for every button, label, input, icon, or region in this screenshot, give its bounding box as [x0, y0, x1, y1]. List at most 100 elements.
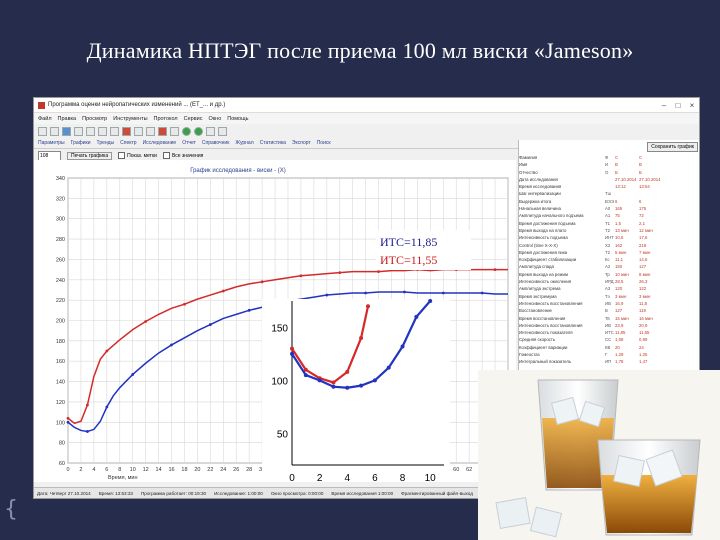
- parameter-row: Время выхода на режим Тр 10 мин 8 мин: [519, 271, 699, 278]
- copy-icon[interactable]: [98, 126, 107, 136]
- record-icon[interactable]: [122, 126, 131, 136]
- line-chart: 6080100120140160180200220240260280300320…: [56, 168, 511, 489]
- tab[interactable]: Статистика: [260, 140, 286, 146]
- parameter-value-1: 10 мин: [615, 271, 629, 277]
- parameter-value-1: Б: [615, 169, 618, 175]
- paste-icon[interactable]: [110, 126, 119, 136]
- inset-background: [262, 299, 450, 489]
- parameter-abbr: А0: [605, 206, 611, 212]
- menu-item[interactable]: Инструменты: [113, 116, 147, 122]
- settings-icon[interactable]: [170, 126, 179, 136]
- menu-item[interactable]: Файл: [38, 116, 52, 122]
- tab[interactable]: Поиск: [317, 140, 331, 146]
- parameter-row: Время исследования 13:12 13:54: [519, 183, 699, 190]
- inset-series-point: [366, 304, 370, 309]
- parameter-row: Амплитуда спада А2 150 127: [519, 263, 699, 270]
- parameter-value-1: С: [615, 155, 619, 160]
- parameter-value-1: 3 мин: [615, 293, 627, 299]
- parameter-abbr: [605, 183, 615, 190]
- x-tick-label: 0: [66, 467, 69, 473]
- play-icon[interactable]: [194, 126, 203, 136]
- x-tick-label: 22: [207, 467, 213, 473]
- inset-series-point: [359, 383, 364, 388]
- y-tick-label: 120: [56, 400, 65, 406]
- parameter-row: Имя И В В: [519, 161, 699, 168]
- parameter-value-2: 17,6: [639, 235, 648, 241]
- parameter-value-2: 26,3: [639, 279, 648, 285]
- print-icon[interactable]: [74, 126, 83, 136]
- menu-item[interactable]: Окно: [208, 116, 221, 122]
- tab[interactable]: Спектр: [120, 140, 136, 146]
- parameter-value-1: 11,1: [615, 257, 624, 263]
- parameter-abbr: ИТС: [605, 330, 614, 336]
- menu-item[interactable]: Протокол: [154, 116, 178, 122]
- menu-item[interactable]: Помощь: [227, 116, 248, 122]
- parameter-abbr: СС: [605, 337, 612, 343]
- parameter-name: Коэффициент вариации: [519, 344, 568, 350]
- inset-series-point: [345, 369, 350, 374]
- parameter-name: Интенсивность восстановления: [519, 300, 583, 306]
- x-tick-label: 28: [246, 467, 252, 473]
- print-chart-button[interactable]: Печать графика: [67, 151, 113, 160]
- zoom-select[interactable]: 108: [38, 150, 61, 161]
- option-all-checkbox[interactable]: Все значения: [162, 152, 203, 159]
- parameter-name: Интенсивность показателя: [519, 330, 573, 336]
- tab[interactable]: Справочник: [202, 140, 230, 146]
- series-point: [86, 430, 89, 433]
- save-icon[interactable]: [62, 126, 71, 136]
- y-tick-label: 280: [56, 237, 65, 243]
- zoom-icon[interactable]: [206, 126, 215, 136]
- menu-item[interactable]: Просмотр: [82, 116, 107, 122]
- parameter-abbr: ИВ: [605, 322, 611, 328]
- stop-icon[interactable]: [158, 126, 167, 136]
- parameter-row: Фамилия Ф С С: [519, 154, 699, 161]
- whisky-glass-illustration: [478, 370, 720, 540]
- cut-icon[interactable]: [86, 126, 95, 136]
- close-icon[interactable]: ×: [685, 101, 699, 110]
- save-chart-button[interactable]: Сохранить график: [647, 142, 698, 152]
- chart-icon[interactable]: [134, 126, 143, 136]
- start-icon[interactable]: [182, 126, 191, 136]
- parameter-name: Время восстановления: [519, 315, 566, 321]
- open-file-icon[interactable]: [50, 126, 59, 136]
- parameter-abbr: Тэ: [605, 293, 610, 299]
- parameter-value-2: 11,8: [639, 300, 648, 306]
- table-icon[interactable]: [146, 126, 155, 136]
- x-tick-label: 6: [105, 467, 108, 473]
- series-point: [144, 320, 148, 323]
- option-labels-checkbox[interactable]: Показ. метки: [118, 152, 157, 159]
- parameter-name: Дата исследования: [519, 176, 558, 182]
- tab[interactable]: Отчет: [182, 140, 196, 146]
- x-tick-label: 16: [168, 467, 174, 473]
- tab[interactable]: Журнал: [235, 140, 253, 146]
- parameter-value-2: 27.10.2014: [639, 176, 661, 182]
- inset-series-point: [428, 299, 433, 303]
- parameter-row: Шаг интервализации Тш: [519, 190, 699, 197]
- parameter-value-2: 16 мин: [639, 315, 653, 321]
- minimize-icon[interactable]: –: [657, 101, 671, 110]
- parameter-value-2: 2,1: [639, 220, 645, 226]
- parameter-value-1: 1,78: [615, 359, 624, 365]
- app-icon: [38, 101, 45, 109]
- parameter-value-2: 175: [639, 206, 647, 212]
- help-icon[interactable]: [218, 126, 227, 136]
- maximize-icon[interactable]: □: [671, 101, 685, 110]
- parameter-value-1: 27.10.2014: [615, 176, 637, 182]
- tab[interactable]: Параметры: [38, 140, 65, 146]
- new-file-icon[interactable]: [38, 126, 47, 136]
- parameter-value-1: В: [615, 162, 618, 168]
- y-tick-label: 140: [56, 380, 65, 386]
- parameter-row: Интенсивность показателя ИТС 11,85 11,55: [519, 329, 699, 336]
- series-point: [105, 405, 109, 409]
- parameter-value-2: 13:54: [639, 184, 650, 190]
- tab[interactable]: Исследование: [143, 140, 177, 146]
- tab[interactable]: Тренды: [97, 140, 115, 146]
- parameter-abbr: А2: [605, 264, 611, 270]
- menu-item[interactable]: Сервис: [184, 116, 203, 122]
- tab[interactable]: Экспорт: [292, 140, 311, 146]
- tab[interactable]: Графики: [71, 140, 91, 146]
- parameter-row: Гомеостаз Г 1,29 1,25: [519, 351, 699, 358]
- menu-item[interactable]: Правка: [58, 116, 77, 122]
- parameter-value-1: 127: [615, 308, 623, 314]
- parameter-value-2: 12 мин: [639, 227, 653, 233]
